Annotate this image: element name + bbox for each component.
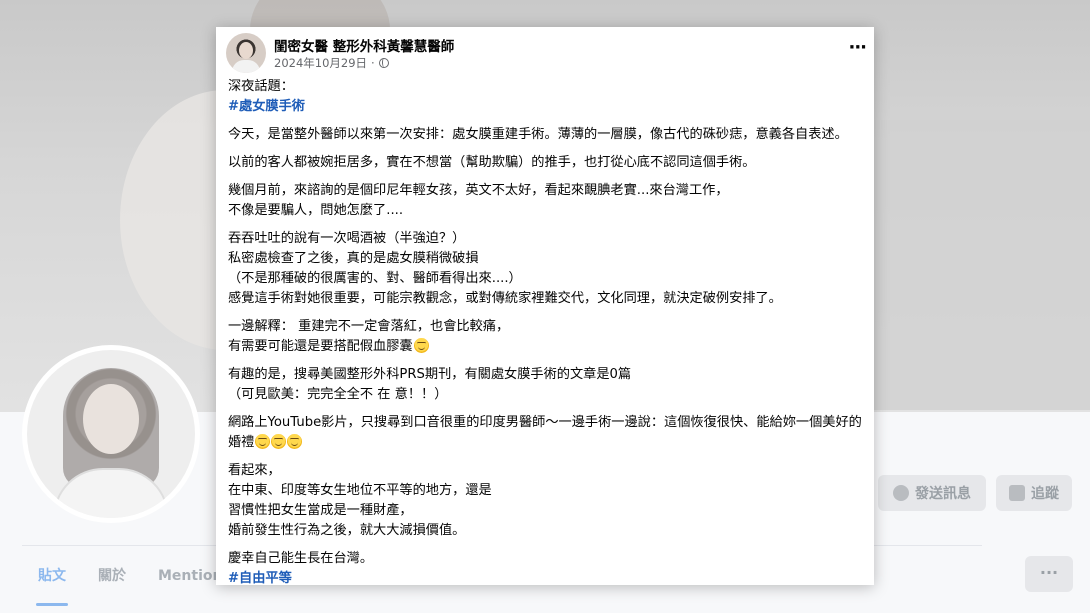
post-text: 習慣性把女生當成是一種財產，: [228, 503, 413, 518]
post-header: 閨密女醫 整形外科黃馨慧醫師 2024年10月29日 · ···: [226, 31, 867, 73]
paragraph: 慶幸自己能生長在台灣。 #自由平等: [228, 549, 868, 585]
tab-about[interactable]: 關於: [82, 546, 142, 606]
send-message-label: 發送訊息: [915, 486, 971, 502]
post-text: 看起來，: [228, 463, 281, 478]
post-text: （不是那種破的很厲害的、對、醫師看得出來....）: [228, 271, 522, 286]
post-options-button[interactable]: ···: [848, 37, 866, 58]
paragraph: 一邊解釋： 重建完不一定會落紅，也會比較痛， 有需要可能還是要搭配假血膠囊: [228, 317, 868, 357]
cover-shape: [860, 120, 1090, 410]
author-avatar[interactable]: [226, 33, 266, 73]
send-message-button[interactable]: 發送訊息: [878, 475, 986, 511]
eye-roll-emoji-icon: [287, 434, 303, 449]
post-text: 私密處檢查了之後，真的是處女膜稍微破損: [228, 251, 479, 266]
paragraph: 今天，是當整外醫師以來第一次安排：處女膜重建手術。薄薄的一層膜，像古代的硃砂痣，…: [228, 125, 868, 145]
paragraph: 吞吞吐吐的說有一次喝酒被（半強迫？） 私密處檢查了之後，真的是處女膜稍微破損 （…: [228, 229, 868, 309]
post-text: 婚前發生性行為之後，就大大減損價值。: [228, 523, 466, 538]
hashtag-link[interactable]: #處女膜手術: [228, 97, 868, 117]
tab-posts[interactable]: 貼文: [22, 546, 82, 606]
paragraph: 幾個月前，來諮詢的是個印尼年輕女孩，英文不太好，看起來靦腆老實...來台灣工作，…: [228, 181, 868, 221]
follow-icon: [1009, 485, 1025, 501]
author-name[interactable]: 閨密女醫 整形外科黃馨慧醫師: [274, 35, 454, 55]
post-text: 一邊解釋： 重建完不一定會落紅，也會比較痛，: [228, 319, 510, 334]
post-text: 網路上YouTube影片，只搜尋到口音很重的印度男醫師～一邊手術一邊說：這個恢復…: [228, 415, 862, 450]
post-text: 在中東、印度等女生地位不平等的地方，還是: [228, 483, 492, 498]
globe-icon: [378, 58, 389, 68]
paragraph: 網路上YouTube影片，只搜尋到口音很重的印度男醫師～一邊手術一邊說：這個恢復…: [228, 413, 868, 453]
post-text: 今天，是當整外醫師以來第一次安排：處女膜重建手術。薄薄的一層膜，像古代的硃砂痣，…: [228, 127, 848, 142]
post-text: 吞吞吐吐的說有一次喝酒被（半強迫？）: [228, 231, 466, 246]
post-text: 深夜話題：: [228, 79, 294, 94]
post-text: 有趣的是，搜尋美國整形外科PRS期刊，有關處女膜手術的文章是0篇: [228, 367, 632, 382]
post-text: 以前的客人都被婉拒居多，實在不想當（幫助欺騙）的推手，也打從心底不認同這個手術。: [228, 155, 756, 170]
paragraph: 深夜話題： #處女膜手術: [228, 77, 868, 117]
grinning-sweat-emoji-icon: [413, 338, 429, 353]
post-body: 深夜話題： #處女膜手術 今天，是當整外醫師以來第一次安排：處女膜重建手術。薄薄…: [228, 77, 868, 585]
post-text: 慶幸自己能生長在台灣。: [228, 551, 374, 566]
paragraph: 看起來， 在中東、印度等女生地位不平等的地方，還是 習慣性把女生當成是一種財產，…: [228, 461, 868, 541]
follow-button[interactable]: 追蹤: [996, 475, 1072, 511]
follow-label: 追蹤: [1031, 486, 1059, 502]
post-meta: 2024年10月29日 ·: [274, 55, 389, 71]
eye-roll-emoji-icon: [255, 434, 271, 449]
post-text: 感覺這手術對她很重要，可能宗教觀念，或對傳統家裡難交代，文化同理，就決定破例安排…: [228, 291, 782, 306]
meta-separator: ·: [371, 56, 375, 70]
profile-avatar[interactable]: [22, 345, 200, 523]
profile-more-button[interactable]: ···: [1025, 556, 1073, 592]
eye-roll-emoji-icon: [271, 434, 287, 449]
post-text: 幾個月前，來諮詢的是個印尼年輕女孩，英文不太好，看起來靦腆老實...來台灣工作，: [228, 183, 729, 198]
post-text: 有需要可能還是要搭配假血膠囊: [228, 339, 413, 354]
paragraph: 以前的客人都被婉拒居多，實在不想當（幫助欺騙）的推手，也打從心底不認同這個手術。: [228, 153, 868, 173]
hashtag-link[interactable]: #自由平等: [228, 569, 868, 585]
paragraph: 有趣的是，搜尋美國整形外科PRS期刊，有關處女膜手術的文章是0篇 （可見歐美：完…: [228, 365, 868, 405]
post-text: （可見歐美：完完全全不 在 意！！）: [228, 387, 448, 402]
messenger-icon: [893, 485, 909, 501]
post-card: 閨密女醫 整形外科黃馨慧醫師 2024年10月29日 · ··· 深夜話題： #…: [216, 27, 874, 585]
profile-avatar-image: [27, 350, 195, 518]
post-date[interactable]: 2024年10月29日: [274, 55, 367, 71]
post-text: 不像是要騙人，問她怎麼了....: [228, 203, 404, 218]
